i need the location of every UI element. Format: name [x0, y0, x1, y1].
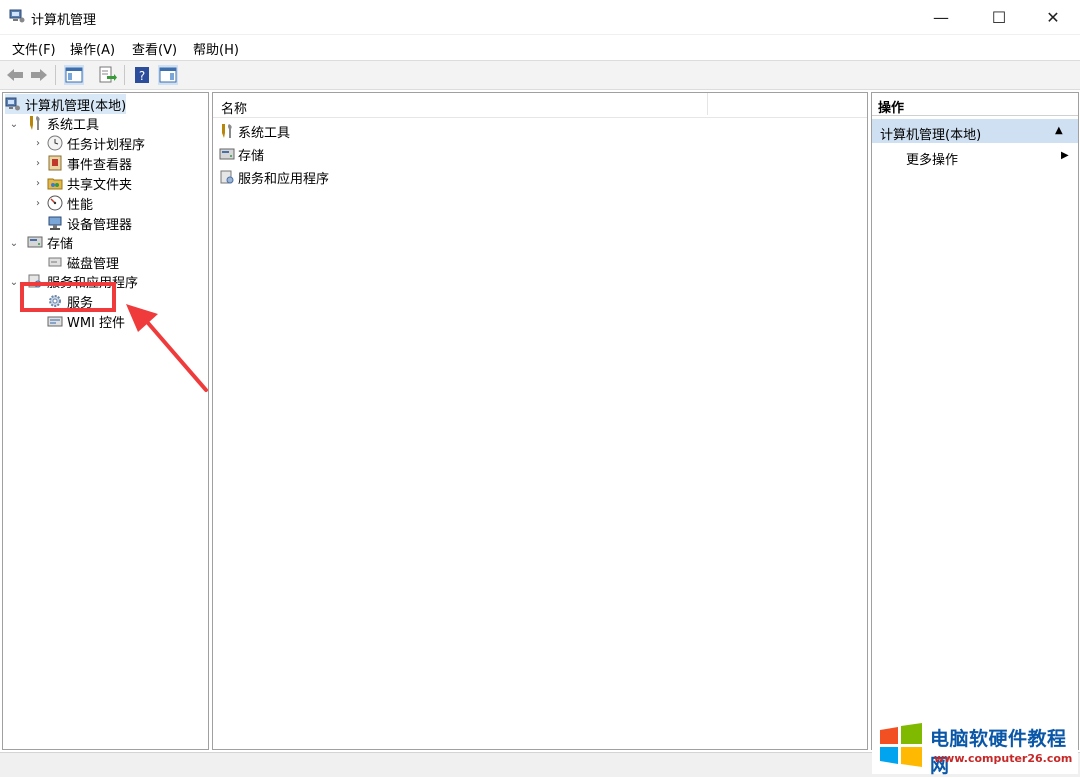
clock-icon — [47, 135, 63, 151]
list-item[interactable]: 存储 — [219, 143, 264, 165]
menu-view[interactable]: 查看(V) — [132, 39, 177, 58]
computer-management-icon — [9, 9, 25, 23]
chevron-right-icon[interactable]: › — [33, 198, 43, 209]
close-button[interactable]: ✕ — [1030, 0, 1076, 34]
tree-node-label: WMI 控件 — [67, 315, 126, 331]
services-applications-icon — [220, 170, 234, 184]
toolbar-separator — [124, 65, 125, 85]
show-hide-console-tree-icon[interactable] — [64, 65, 84, 85]
storage-icon — [219, 148, 235, 160]
console-tree-pane: 计算机管理(本地) ⌄ 系统工具 › 任务计划程序 › 事件查看器 › 共享文件… — [2, 92, 209, 750]
actions-section-label: 计算机管理(本地) — [880, 128, 982, 143]
chevron-right-icon[interactable]: › — [33, 138, 43, 149]
back-arrow-icon[interactable] — [5, 65, 25, 85]
shared-folder-icon — [47, 178, 63, 190]
actions-pane: 操作 计算机管理(本地) ▲ 更多操作 ▶ — [871, 92, 1079, 750]
wmi-control-icon — [47, 316, 63, 327]
annotation-arrow-icon — [126, 304, 208, 392]
minimize-button[interactable]: — — [918, 0, 964, 34]
tree-node-wmi-control[interactable]: WMI 控件 — [47, 311, 125, 331]
tree-node-root[interactable]: 计算机管理(本地) — [5, 94, 127, 114]
tree-node-label: 存储 — [47, 236, 74, 252]
tree-node-label: 共享文件夹 — [67, 177, 133, 193]
tree-node-shared-folders[interactable]: 共享文件夹 — [47, 173, 132, 193]
tree-node-device-manager[interactable]: 设备管理器 — [47, 213, 132, 233]
tree-node-label: 设备管理器 — [67, 217, 133, 233]
performance-icon — [47, 195, 63, 211]
help-icon[interactable]: ? — [132, 65, 152, 85]
tree-node-system-tools[interactable]: 系统工具 — [27, 113, 99, 133]
list-header: 名称 — [213, 93, 867, 118]
more-actions-item[interactable]: 更多操作 — [906, 149, 958, 168]
actions-header: 操作 — [872, 93, 1078, 116]
watermark-title: 电脑软硬件教程网 — [930, 728, 1067, 777]
list-item-label: 系统工具 — [238, 125, 291, 141]
show-hide-action-pane-icon[interactable] — [158, 65, 178, 85]
maximize-icon: ☐ — [991, 7, 1007, 27]
title-bar: 计算机管理 — ☐ ✕ — [0, 0, 1080, 35]
actions-section-header[interactable]: 计算机管理(本地) ▲ — [872, 119, 1078, 143]
column-divider[interactable] — [707, 93, 708, 115]
tree-node-disk-management[interactable]: 磁盘管理 — [47, 252, 119, 272]
watermark-url: www.computer26.com — [934, 752, 1073, 765]
device-manager-icon — [48, 216, 62, 230]
toolbar: ? — [0, 60, 1080, 90]
watermark: 电脑软硬件教程网 www.computer26.com — [872, 718, 1078, 777]
list-item[interactable]: 服务和应用程序 — [219, 166, 329, 188]
tools-icon — [30, 116, 40, 130]
menu-action[interactable]: 操作(A) — [70, 39, 115, 58]
actions-header-label: 操作 — [878, 101, 905, 116]
column-header-name[interactable]: 名称 — [221, 98, 247, 117]
highlight-box — [20, 282, 116, 312]
tree-node-label: 事件查看器 — [67, 157, 133, 173]
window-title: 计算机管理 — [31, 13, 97, 28]
export-list-icon[interactable] — [97, 65, 117, 85]
disk-management-icon — [48, 257, 62, 267]
tree-node-label: 磁盘管理 — [67, 256, 120, 272]
tree-node-label: 任务计划程序 — [67, 137, 146, 153]
submenu-arrow-icon[interactable]: ▶ — [1061, 150, 1069, 161]
menu-help[interactable]: 帮助(H) — [193, 39, 239, 58]
tree-node-event-viewer[interactable]: 事件查看器 — [47, 153, 132, 173]
tree-node-storage[interactable]: 存储 — [27, 232, 73, 252]
results-pane: 名称 系统工具 存储 服务和应用程序 — [212, 92, 868, 750]
chevron-down-icon[interactable]: ⌄ — [9, 119, 19, 130]
tools-icon — [222, 124, 232, 138]
list-item-label: 存储 — [238, 148, 265, 164]
tree-node-label: 系统工具 — [47, 117, 100, 133]
tree-node-task-scheduler[interactable]: 任务计划程序 — [47, 133, 145, 153]
menu-bar: 文件(F) 操作(A) 查看(V) 帮助(H) — [0, 35, 1080, 59]
computer-management-icon — [5, 97, 20, 111]
tree-node-label: 计算机管理(本地) — [25, 98, 127, 114]
windows-logo-icon — [880, 723, 922, 767]
storage-icon — [27, 236, 43, 248]
chevron-right-icon[interactable]: › — [33, 158, 43, 169]
chevron-down-icon[interactable]: ⌄ — [9, 238, 19, 249]
minimize-icon: — — [933, 7, 949, 27]
tree-node-label: 性能 — [67, 197, 94, 213]
close-icon: ✕ — [1046, 7, 1060, 27]
forward-arrow-icon[interactable] — [29, 65, 49, 85]
tree-node-performance[interactable]: 性能 — [47, 193, 93, 213]
chevron-down-icon[interactable]: ⌄ — [9, 277, 19, 288]
svg-text:?: ? — [139, 69, 145, 83]
chevron-right-icon[interactable]: › — [33, 178, 43, 189]
menu-file[interactable]: 文件(F) — [12, 39, 56, 58]
collapse-up-icon[interactable]: ▲ — [1055, 125, 1063, 136]
list-item[interactable]: 系统工具 — [219, 120, 290, 142]
list-item-label: 服务和应用程序 — [238, 171, 330, 187]
toolbar-separator — [55, 65, 56, 85]
maximize-button[interactable]: ☐ — [976, 0, 1022, 34]
event-viewer-icon — [48, 155, 62, 171]
